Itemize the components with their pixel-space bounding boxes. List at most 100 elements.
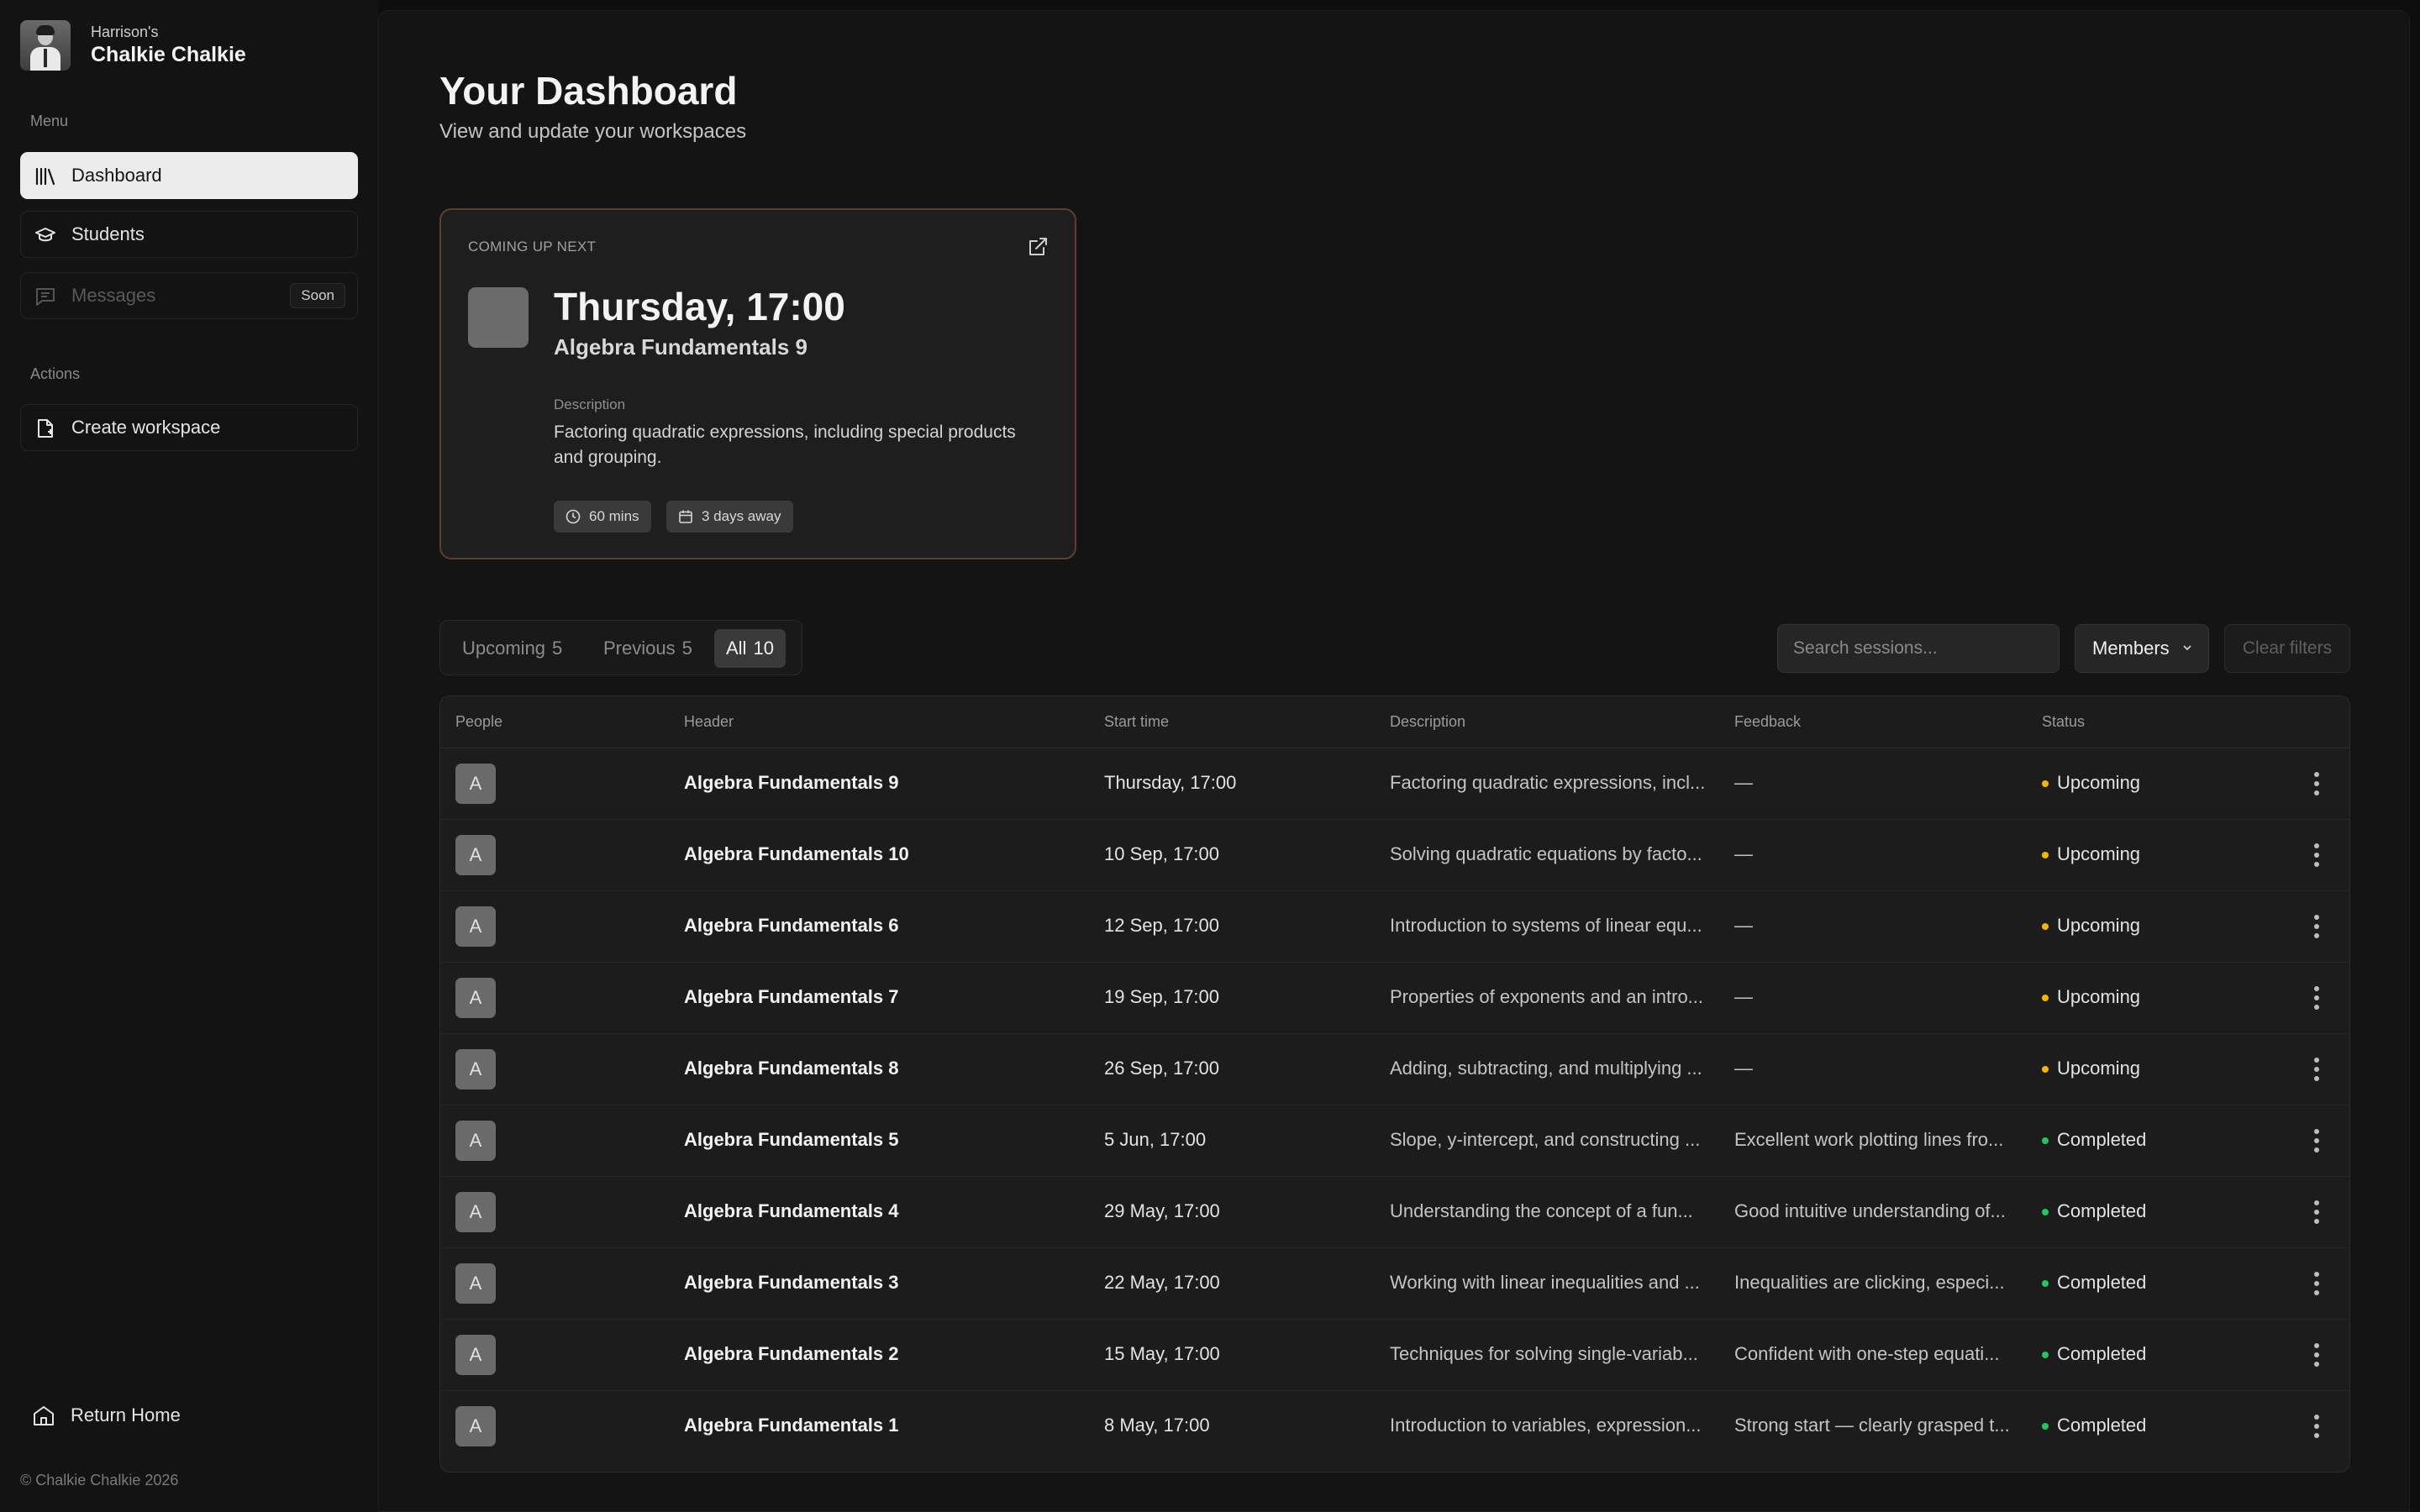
members-label: Members	[2092, 638, 2170, 659]
session-feedback: Confident with one-step equati...	[1734, 1343, 2000, 1364]
session-description: Understanding the concept of a fun...	[1390, 1200, 1693, 1221]
return-home-link[interactable]: Return Home	[20, 1394, 358, 1436]
status-text: Upcoming	[2057, 915, 2141, 936]
clear-filters-button[interactable]: Clear filters	[2224, 624, 2350, 673]
more-options-icon[interactable]	[2312, 1413, 2321, 1440]
calendar-icon	[679, 510, 692, 523]
session-header: Algebra Fundamentals 4	[684, 1200, 899, 1221]
table-row[interactable]: A Algebra Fundamentals 5 5 Jun, 17:00 Slope…	[440, 1105, 2349, 1177]
actions-section-label: Actions	[30, 365, 81, 382]
session-start-time: 22 May, 17:00	[1104, 1272, 1220, 1293]
person-avatar: A	[455, 906, 496, 947]
table-row[interactable]: A Algebra Fundamentals 6 12 Sep, 17:00 Intr…	[440, 891, 2349, 963]
session-header: Algebra Fundamentals 3	[684, 1272, 899, 1293]
sidebar-item-messages: Messages Soon	[20, 272, 358, 319]
column-header-people[interactable]: People	[455, 713, 502, 731]
graduation-cap-icon	[35, 228, 55, 242]
table-row[interactable]: A Algebra Fundamentals 2 15 May, 17:00 Tech…	[440, 1320, 2349, 1391]
more-options-icon[interactable]	[2312, 842, 2321, 869]
table-row[interactable]: A Algebra Fundamentals 7 19 Sep, 17:00 Prop…	[440, 963, 2349, 1034]
table-row[interactable]: A Algebra Fundamentals 9 Thursday, 17:00 Fa…	[440, 748, 2349, 820]
session-header: Algebra Fundamentals 6	[684, 915, 899, 936]
search-input[interactable]	[1777, 624, 2060, 673]
session-description: Working with linear inequalities and ...	[1390, 1272, 1700, 1293]
more-options-icon[interactable]	[2312, 1341, 2321, 1368]
session-feedback: —	[1734, 915, 1753, 936]
session-description: Introduction to systems of linear equ...	[1390, 915, 1702, 936]
session-start-time: 15 May, 17:00	[1104, 1343, 1220, 1364]
external-link-icon[interactable]	[1026, 235, 1050, 259]
status-dot	[2042, 1066, 2049, 1073]
table-row[interactable]: A Algebra Fundamentals 4 29 May, 17:00 Unde…	[440, 1177, 2349, 1248]
session-tabs: Upcoming 5 Previous 5 All 10	[439, 620, 802, 675]
status-text: Upcoming	[2057, 1058, 2141, 1079]
status-badge: Completed	[2042, 1129, 2146, 1151]
sidebar: Harrison's Chalkie Chalkie Menu Dashboar…	[0, 0, 378, 1512]
session-description: Solving quadratic equations by facto...	[1390, 843, 1702, 864]
session-header: Algebra Fundamentals 5	[684, 1129, 899, 1150]
status-badge: Completed	[2042, 1200, 2146, 1222]
status-dot	[2042, 1209, 2049, 1215]
status-badge: Upcoming	[2042, 1058, 2140, 1079]
session-feedback: —	[1734, 1058, 1753, 1079]
person-avatar: A	[455, 764, 496, 804]
status-dot	[2042, 995, 2049, 1001]
table-row[interactable]: A Algebra Fundamentals 3 22 May, 17:00 Work…	[440, 1248, 2349, 1320]
tab-upcoming[interactable]: Upcoming 5	[450, 629, 574, 668]
session-description: Adding, subtracting, and multiplying ...	[1390, 1058, 1702, 1079]
brand-name: Chalkie Chalkie	[91, 43, 246, 66]
table-row[interactable]: A Algebra Fundamentals 8 26 Sep, 17:00 Addi…	[440, 1034, 2349, 1105]
more-options-icon[interactable]	[2312, 1127, 2321, 1154]
session-description: Properties of exponents and an intro...	[1390, 986, 1704, 1007]
person-avatar: A	[455, 1049, 496, 1089]
status-dot	[2042, 780, 2049, 787]
status-text: Upcoming	[2057, 986, 2141, 1007]
brand-owner: Harrison's	[91, 24, 159, 40]
next-session-time: Thursday, 17:00	[554, 285, 845, 328]
status-text: Completed	[2057, 1343, 2147, 1364]
session-header: Algebra Fundamentals 2	[684, 1343, 899, 1364]
more-options-icon[interactable]	[2312, 1270, 2321, 1297]
more-options-icon[interactable]	[2312, 1056, 2321, 1083]
more-options-icon[interactable]	[2312, 770, 2321, 797]
session-start-time: 26 Sep, 17:00	[1104, 1058, 1220, 1079]
status-text: Completed	[2057, 1272, 2147, 1293]
main-panel: Your Dashboard View and update your work…	[378, 10, 2410, 1512]
sidebar-item-dashboard[interactable]: Dashboard	[20, 152, 358, 199]
session-feedback: Good intuitive understanding of...	[1734, 1200, 2006, 1221]
table-row[interactable]: A Algebra Fundamentals 1 8 May, 17:00 Intro…	[440, 1391, 2349, 1462]
members-dropdown[interactable]: Members	[2075, 624, 2209, 673]
person-avatar: A	[455, 1121, 496, 1161]
status-badge: Upcoming	[2042, 915, 2140, 937]
more-options-icon[interactable]	[2312, 984, 2321, 1011]
file-plus-icon	[38, 419, 53, 438]
page-subtitle: View and update your workspaces	[439, 120, 747, 143]
tab-previous[interactable]: Previous 5	[592, 629, 704, 668]
column-header-status[interactable]: Status	[2042, 713, 2085, 731]
session-feedback: Strong start — clearly grasped t...	[1734, 1415, 2010, 1436]
session-header: Algebra Fundamentals 10	[684, 843, 909, 864]
status-badge: Upcoming	[2042, 843, 2140, 865]
table-row[interactable]: A Algebra Fundamentals 10 10 Sep, 17:00 Sol…	[440, 820, 2349, 891]
more-options-icon[interactable]	[2312, 913, 2321, 940]
column-header-description[interactable]: Description	[1390, 713, 1465, 731]
status-dot	[2042, 1280, 2049, 1287]
table-header: People Header Start time Description Fee…	[440, 696, 2349, 748]
more-options-icon[interactable]	[2312, 1199, 2321, 1226]
session-description: Factoring quadratic expressions, incl...	[1390, 772, 1706, 793]
column-header-start-time[interactable]: Start time	[1104, 713, 1169, 731]
next-session-card[interactable]: COMING UP NEXT Thursday, 17:00 Algebra F…	[439, 208, 1076, 559]
column-header-feedback[interactable]: Feedback	[1734, 713, 1801, 731]
tab-all[interactable]: All 10	[714, 629, 786, 668]
brand[interactable]: Harrison's Chalkie Chalkie	[20, 20, 246, 71]
session-header: Algebra Fundamentals 1	[684, 1415, 899, 1436]
session-thumbnail	[468, 287, 529, 348]
session-feedback: —	[1734, 772, 1753, 793]
column-header-header[interactable]: Header	[684, 713, 734, 731]
session-start-time: 29 May, 17:00	[1104, 1200, 1220, 1221]
create-workspace-button[interactable]: Create workspace	[20, 404, 358, 451]
duration-text: 60 mins	[589, 508, 639, 524]
create-workspace-label: Create workspace	[71, 417, 221, 438]
chevron-down-icon	[2183, 645, 2191, 651]
sidebar-item-students[interactable]: Students	[20, 211, 358, 258]
